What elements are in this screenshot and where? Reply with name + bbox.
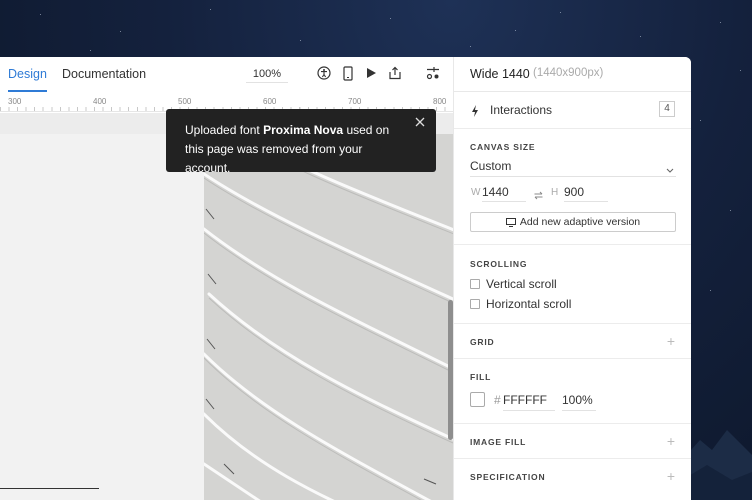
share-icon[interactable] — [387, 65, 403, 81]
height-label: H — [551, 187, 559, 198]
toast-text-prefix: Uploaded font — [185, 123, 264, 137]
height-input[interactable]: 900 — [564, 185, 608, 202]
fill-opacity-input[interactable]: 100% — [562, 393, 596, 411]
vertical-scroll-label: Vertical scroll — [486, 277, 557, 291]
ruler-label: 500 — [178, 97, 192, 106]
screen-header: Wide 1440 (1440x900px) — [454, 57, 691, 92]
scrolling-label: SCROLLING — [470, 259, 528, 269]
canvas-size-label: CANVAS SIZE — [470, 142, 536, 152]
ruler-label: 700 — [348, 97, 362, 106]
canvas-line — [0, 488, 99, 489]
interactions-label: Interactions — [490, 103, 553, 117]
desktop-mountains — [682, 430, 752, 500]
add-specification-icon[interactable]: + — [667, 469, 675, 483]
add-grid-icon[interactable]: + — [667, 334, 675, 348]
app-window: Design Documentation 100% 300 400 500 60… — [0, 57, 691, 500]
specification-section[interactable]: SPECIFICATION + — [454, 459, 691, 494]
play-icon[interactable] — [363, 65, 379, 81]
inspector-panel: Wide 1440 (1440x900px) Interactions 4 CA… — [453, 57, 691, 500]
ruler-label: 400 — [93, 97, 107, 106]
ruler-label: 800 — [433, 97, 447, 106]
canvas-size-section: CANVAS SIZE Custom W 1440 H 900 Add new … — [454, 129, 691, 245]
specification-label: SPECIFICATION — [470, 472, 546, 482]
interactions-section[interactable]: Interactions 4 — [454, 92, 691, 129]
screen-title[interactable]: Wide 1440 — [470, 67, 530, 81]
accessibility-icon[interactable] — [316, 65, 332, 81]
tab-design[interactable]: Design — [8, 67, 47, 92]
ruler-label: 300 — [8, 97, 22, 106]
horizontal-scroll-option[interactable]: Horizontal scroll — [470, 297, 571, 311]
width-input[interactable]: 1440 — [482, 185, 526, 202]
canvas-preset-select[interactable]: Custom — [470, 157, 676, 177]
grid-section[interactable]: GRID + — [454, 324, 691, 359]
horizontal-scroll-checkbox[interactable] — [470, 299, 480, 309]
monitor-icon — [505, 217, 516, 227]
font-removed-toast: Uploaded font Proxima Nova used on this … — [166, 109, 436, 175]
add-image-fill-icon[interactable]: + — [667, 434, 675, 448]
canvas-toolbar: Design Documentation 100% — [0, 57, 453, 92]
canvas-preset-value: Custom — [470, 159, 512, 173]
fill-label: FILL — [470, 372, 492, 382]
grid-label: GRID — [470, 337, 495, 347]
image-fill-section[interactable]: IMAGE FILL + — [454, 424, 691, 459]
mobile-preview-icon[interactable] — [340, 65, 356, 81]
toast-font-name: Proxima Nova — [263, 123, 344, 137]
canvas-image[interactable] — [204, 134, 453, 500]
panel-settings-icon[interactable] — [425, 65, 441, 81]
swap-icon[interactable] — [534, 187, 543, 205]
vertical-scroll-checkbox[interactable] — [470, 279, 480, 289]
fill-hex-input[interactable]: FFFFFF — [503, 393, 555, 411]
fill-hash: # — [494, 393, 501, 407]
chevron-down-icon — [666, 161, 674, 179]
horizontal-scroll-label: Horizontal scroll — [486, 297, 572, 311]
fill-section: FILL # FFFFFF 100% — [454, 359, 691, 424]
image-fill-label: IMAGE FILL — [470, 437, 527, 447]
add-adaptive-version-label: Add new adaptive version — [519, 216, 641, 228]
fill-color-swatch[interactable] — [470, 392, 485, 407]
interactions-count-badge: 4 — [659, 101, 675, 117]
close-icon[interactable] — [413, 115, 427, 129]
ruler-label: 600 — [263, 97, 277, 106]
width-label: W — [471, 187, 481, 198]
lightning-icon — [471, 104, 479, 122]
tab-documentation[interactable]: Documentation — [62, 67, 146, 81]
scrolling-section: SCROLLING Vertical scroll Horizontal scr… — [454, 245, 691, 324]
vertical-scroll-option[interactable]: Vertical scroll — [470, 277, 557, 291]
zoom-level[interactable]: 100% — [246, 68, 288, 83]
add-adaptive-version-button[interactable]: Add new adaptive version — [470, 212, 676, 232]
screen-dimensions: (1440x900px) — [533, 67, 604, 79]
